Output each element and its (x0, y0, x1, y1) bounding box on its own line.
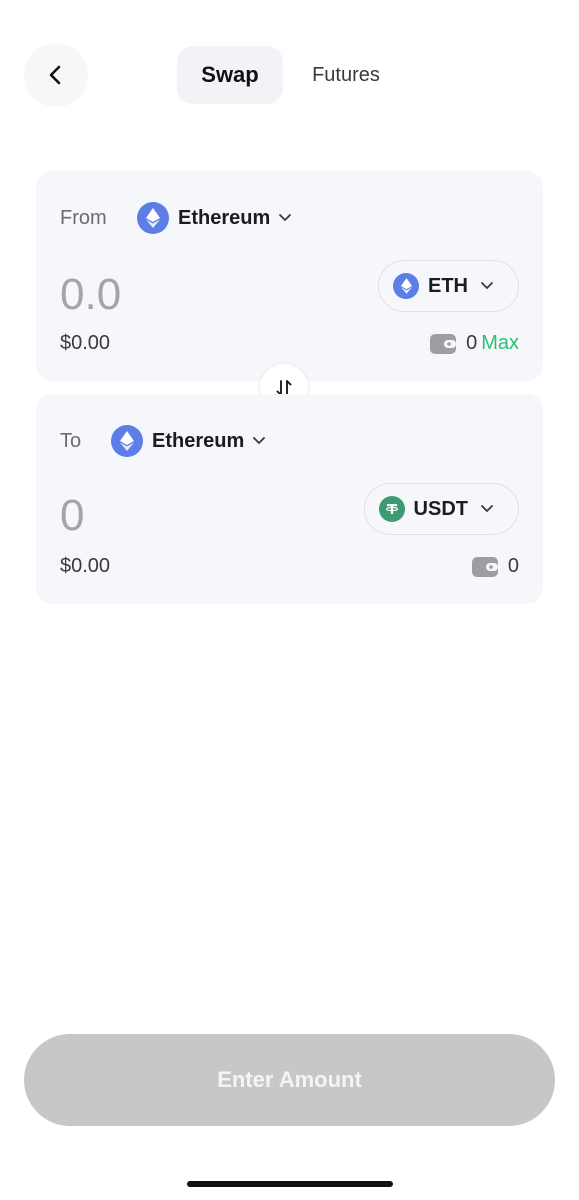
to-balance-value: 0 (507, 555, 519, 577)
chevron-down-icon (252, 436, 266, 446)
from-chain-selector[interactable]: Ethereum (137, 202, 292, 234)
enter-amount-button[interactable]: Enter Amount (24, 1034, 555, 1126)
from-balance: 0 Max (430, 332, 519, 355)
from-chain-name: Ethereum (178, 206, 271, 229)
eth-token-icon (393, 273, 419, 299)
from-token-name: ETH (428, 274, 468, 297)
chevron-down-icon (480, 504, 494, 514)
wallet-icon (471, 556, 498, 577)
to-balance: 0 (471, 555, 519, 578)
from-usd-value: $0.00 (60, 332, 111, 354)
home-indicator (187, 1181, 393, 1187)
from-token-selector[interactable]: ETH (378, 260, 519, 312)
back-button[interactable] (24, 43, 88, 107)
to-amount-input[interactable] (60, 491, 320, 541)
to-token-name: USDT (413, 497, 468, 520)
to-token-selector[interactable]: USDT (363, 483, 519, 535)
ethereum-icon (111, 425, 143, 457)
to-chain-row: To Ethereum (60, 424, 266, 458)
to-chain-name: Ethereum (152, 429, 245, 452)
to-label: To (60, 429, 82, 452)
tab-swap[interactable]: Swap (177, 46, 283, 104)
to-usd-value: $0.00 (60, 555, 111, 577)
wallet-icon (430, 333, 457, 354)
from-label: From (60, 206, 107, 229)
chevron-down-icon (278, 213, 292, 223)
from-card: From Ethereum 0.0 ETH $0.00 0 Max (36, 171, 543, 381)
to-card: To Ethereum 0 USDT $0.00 0 (36, 394, 543, 604)
usdt-token-icon (378, 496, 405, 522)
to-chain-selector[interactable]: Ethereum (111, 425, 266, 457)
mode-tabs: Swap Futures (177, 46, 409, 104)
from-chain-row: From Ethereum (60, 201, 292, 235)
tab-futures[interactable]: Futures (283, 46, 409, 104)
ethereum-icon (137, 202, 169, 234)
max-button[interactable]: Max (481, 332, 519, 355)
from-amount-input[interactable] (60, 270, 320, 320)
chevron-left-icon (49, 65, 61, 85)
from-balance-value: 0 (466, 332, 478, 354)
chevron-down-icon (480, 281, 494, 291)
swap-screen: Swap Futures From Ethereum 0.0 ETH $0.00… (0, 0, 579, 1200)
